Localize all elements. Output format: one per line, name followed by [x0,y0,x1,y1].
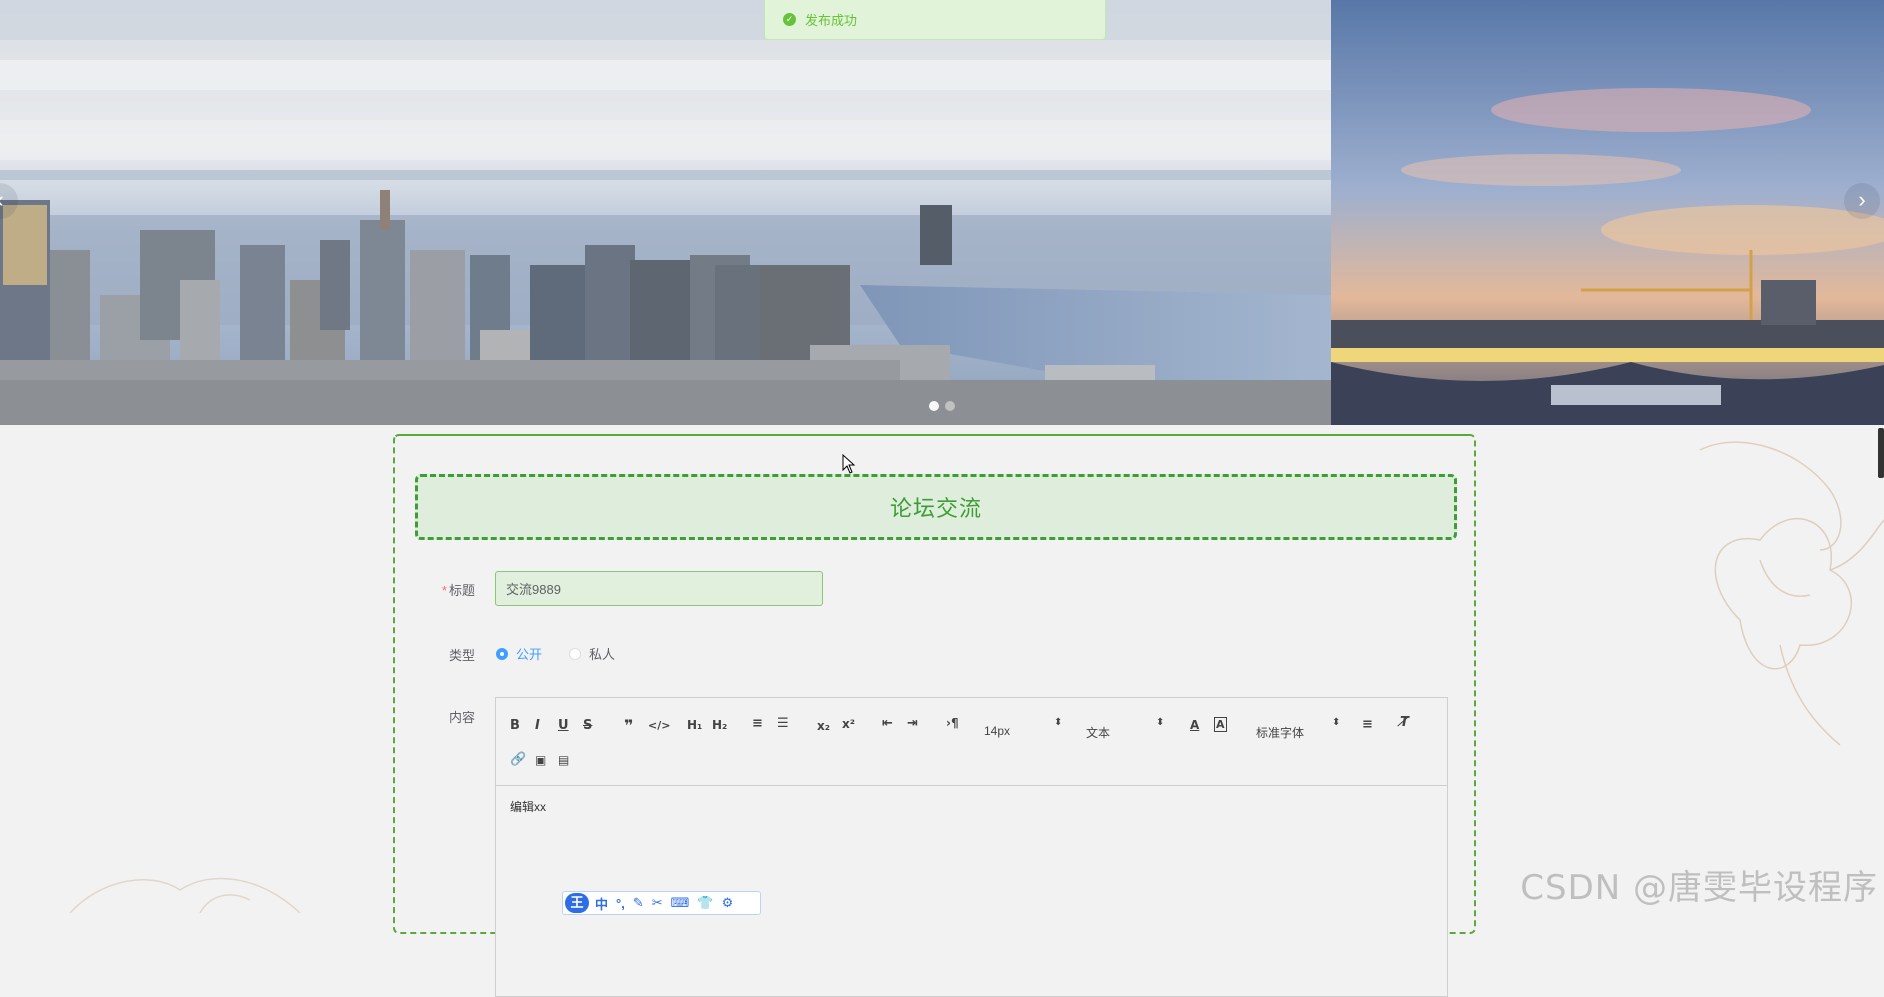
strike-button[interactable]: S [583,718,592,733]
italic-button[interactable]: I [535,718,540,733]
clear-format-icon[interactable]: T̸ [1400,715,1409,730]
subscript-button[interactable]: x₂ [817,719,830,733]
ime-handwriting-icon[interactable]: ✎ [633,895,644,911]
bold-button[interactable]: B [510,718,520,733]
background-color-icon[interactable]: A [1214,717,1227,732]
mouse-cursor-icon [842,454,856,474]
font-color-icon[interactable]: A [1190,718,1199,732]
forum-form-card: 论坛交流 *标题 类型 公开 私人 内容 B I U S ❞ </> H₁ H₂… [393,434,1476,997]
font-size-value: 14px [984,724,1011,738]
carousel-next-button[interactable]: › [1844,183,1880,219]
csdn-watermark: CSDN @唐雯毕设程序 [1520,868,1878,908]
editor-content[interactable]: 编辑xx [510,798,546,815]
h1-button[interactable]: H₁ [687,718,702,732]
ime-settings-icon[interactable]: ⚙ [722,895,734,911]
banner-carousel[interactable]: ‹ › [0,0,1884,425]
toast-message: 发布成功 [805,13,858,28]
radio-circle-icon [569,647,581,660]
ordered-list-icon[interactable]: ≡ [752,716,763,731]
font-family-value: 标准字体 [1256,726,1305,740]
type-radio-private[interactable]: 私人 [569,644,615,663]
outdent-icon[interactable]: ⇤ [882,716,893,731]
rich-text-editor: B I U S ❞ </> H₁ H₂ ≡ ☰ x₂ x² ⇤ ⇥ ›¶ 14p… [495,697,1448,997]
ime-skin-icon[interactable]: 👕 [697,895,713,911]
carousel-indicators [0,398,1884,416]
select-caret-icon: ⬍ [1156,717,1165,728]
carousel-indicator[interactable] [929,401,939,411]
text-direction-icon[interactable]: ›¶ [946,716,959,730]
check-circle-icon: ✓ [783,13,796,26]
carousel-indicator[interactable] [945,401,955,411]
success-toast: ✓ 发布成功 [764,0,1106,40]
select-caret-icon: ⬍ [1332,717,1341,728]
content-label: 内容 [448,710,475,725]
title-label-text: 标题 [448,583,475,598]
ime-screenshot-icon[interactable]: ✂ [652,895,663,911]
ime-toolbar[interactable]: 王 中 °, ✎ ✂ ⌨ 👕 ⚙ [562,891,761,915]
ime-chinese-mode-icon[interactable]: 中 [595,894,608,913]
type-radio-public[interactable]: 公开 [496,644,542,663]
select-caret-icon: ⬍ [1054,717,1063,728]
scrollbar-thumb[interactable] [1878,428,1884,478]
blockquote-icon[interactable]: ❞ [624,716,633,735]
type-option-private: 私人 [589,647,616,662]
image-icon[interactable]: ▣ [535,753,546,767]
radio-circle-icon [496,647,508,660]
superscript-button[interactable]: x² [842,717,855,731]
flower-decoration-icon [69,877,301,913]
page-title: 论坛交流 [415,474,1457,540]
carousel-slide-city [0,0,1331,425]
header-select-value: 文本 [1086,726,1111,740]
required-asterisk: * [441,583,447,598]
carousel-slide-bridge [1331,0,1884,425]
ime-punctuation-icon[interactable]: °, [616,896,625,911]
editor-toolbar: B I U S ❞ </> H₁ H₂ ≡ ☰ x₂ x² ⇤ ⇥ ›¶ 14p… [496,698,1447,786]
code-block-icon[interactable]: </> [648,719,670,732]
type-option-public: 公开 [516,647,543,662]
bullet-list-icon[interactable]: ☰ [777,716,789,731]
h2-button[interactable]: H₂ [712,718,727,732]
link-icon[interactable]: 🔗 [510,752,526,767]
font-family-select[interactable]: 标准字体 ⬍ [1256,717,1346,741]
underline-button[interactable]: U [558,718,569,733]
ime-logo-icon[interactable]: 王 [565,893,589,913]
ime-keyboard-icon[interactable]: ⌨ [671,895,690,911]
title-label: * 标题 [415,580,475,599]
indent-icon[interactable]: ⇥ [907,716,918,731]
header-select[interactable]: 文本 ⬍ [1086,717,1166,741]
video-icon[interactable]: ▤ [558,753,569,767]
type-label: 类型 [448,648,475,663]
flower-decoration-icon [1699,441,1884,746]
title-input[interactable] [495,571,823,606]
align-icon[interactable]: ≡ [1362,717,1373,732]
font-size-select[interactable]: 14px ⬍ [984,717,1064,738]
